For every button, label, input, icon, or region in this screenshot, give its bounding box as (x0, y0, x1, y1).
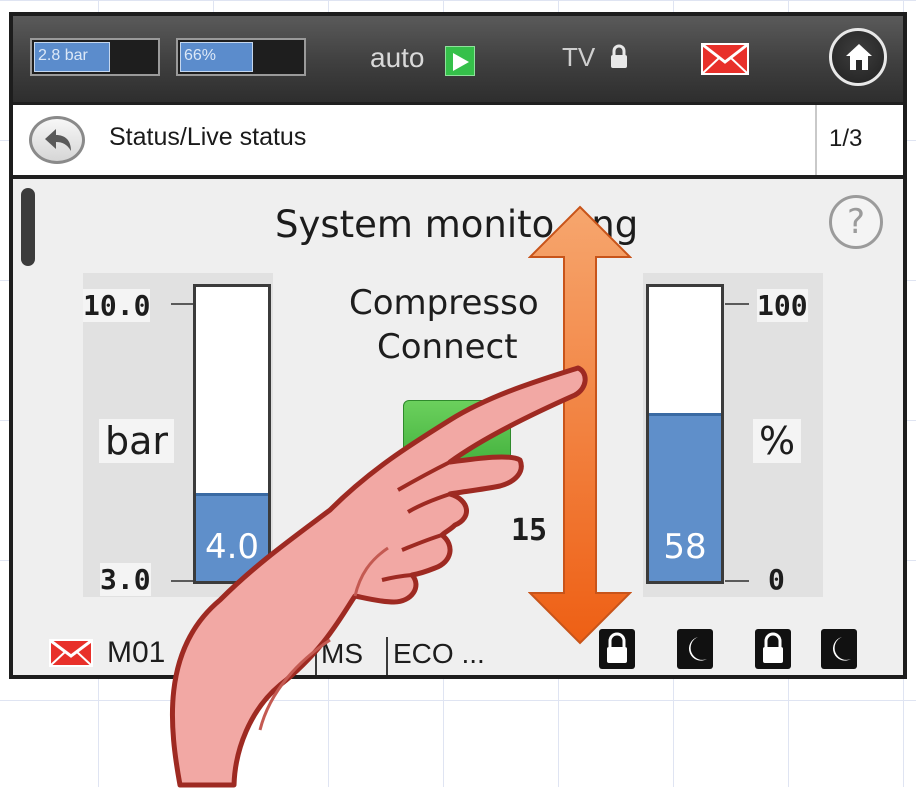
load-gauge-fill: 58 (649, 413, 721, 581)
breadcrumb-path: Status/Live status (109, 123, 307, 151)
back-button[interactable] (29, 116, 85, 164)
pressure-indicator-label: 2.8 bar (38, 47, 88, 64)
pointing-hand-icon (150, 350, 600, 794)
pressure-indicator[interactable]: 2.8 bar (30, 38, 160, 76)
help-button[interactable]: ? (829, 195, 883, 249)
mail-icon[interactable] (49, 639, 93, 671)
lock-icon (609, 44, 629, 74)
load-unit: % (753, 419, 802, 463)
top-status-bar: 2.8 bar 66% auto TV (13, 16, 903, 105)
load-indicator[interactable]: 66% (176, 38, 306, 76)
load-indicator-label: 66% (184, 47, 217, 64)
lock-icon (755, 629, 791, 669)
gauge-tick-min (725, 580, 749, 582)
load-scale-min: 0 (768, 563, 785, 596)
moon-icon (821, 629, 857, 669)
compressor-label: Compresso (349, 283, 539, 323)
pressure-scale-max: 10.0 (83, 289, 151, 322)
gauge-tick-max (171, 303, 195, 305)
scrollbar-thumb[interactable] (21, 188, 35, 266)
mail-icon[interactable] (701, 43, 749, 79)
home-button[interactable] (829, 28, 887, 86)
breadcrumb: Status/Live status 1/3 (13, 105, 903, 179)
mode-label[interactable]: auto (370, 42, 425, 74)
access-level-label[interactable]: TV (562, 42, 595, 73)
load-scale-max: 100 (757, 289, 808, 322)
divider (815, 105, 817, 175)
load-gauge-value: 58 (663, 527, 707, 567)
load-gauge: 58 (646, 284, 724, 584)
gauge-tick-max (725, 303, 749, 305)
play-icon[interactable] (445, 46, 475, 76)
page-indicator[interactable]: 1/3 (829, 125, 862, 153)
moon-icon (677, 629, 713, 669)
pressure-scale-min: 3.0 (100, 563, 151, 596)
